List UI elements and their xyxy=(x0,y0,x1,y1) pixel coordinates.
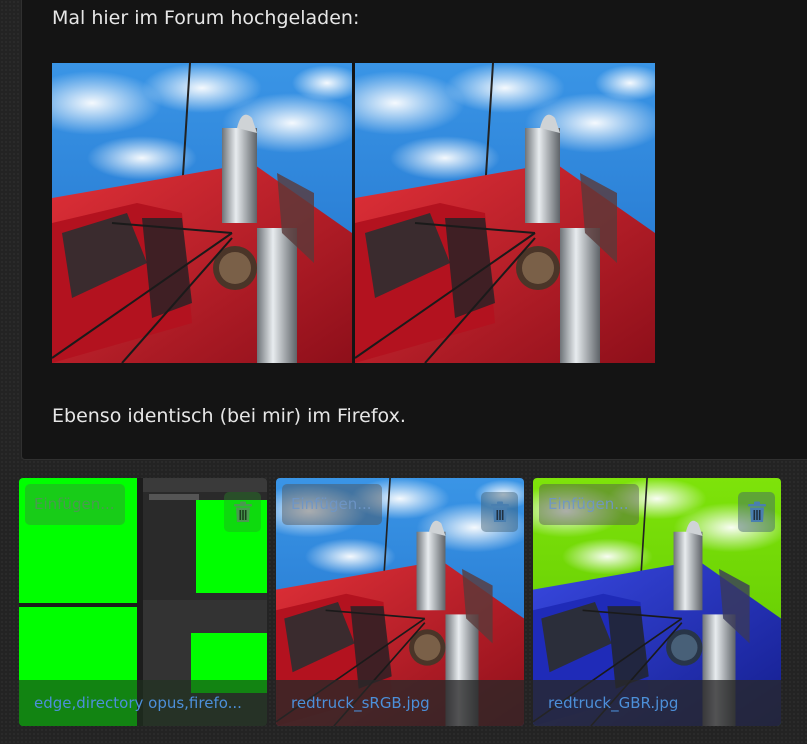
delete-button[interactable] xyxy=(224,492,261,532)
post-image-red-truck[interactable] xyxy=(52,63,352,363)
attachment-filename[interactable]: redtruck_GBR.jpg xyxy=(533,680,781,726)
attachment-filename[interactable]: redtruck_sRGB.jpg xyxy=(276,680,524,726)
trash-icon xyxy=(233,501,252,522)
post-text-bottom: Ebenso identisch (bei mir) im Firefox. xyxy=(52,405,406,427)
attachment-tile[interactable]: Einfügen... redtruck_GBR.jpg xyxy=(533,478,781,726)
trash-icon xyxy=(747,501,766,522)
attachment-tile[interactable]: Einfügen... redtruck_sRGB.jpg xyxy=(276,478,524,726)
post-text-top: Mal hier im Forum hochgeladen: xyxy=(52,7,360,29)
delete-button[interactable] xyxy=(481,492,518,532)
post-image-red-truck-2[interactable] xyxy=(355,63,655,363)
red-truck-image xyxy=(52,63,352,363)
insert-button[interactable]: Einfügen... xyxy=(25,484,125,525)
forum-post: Mal hier im Forum hochgeladen: Ebenso id… xyxy=(21,0,807,460)
attachment-filename[interactable]: edge,directory opus,firefo... xyxy=(19,680,267,726)
attachment-list: Einfügen... edge,directory opus,firefo..… xyxy=(19,478,807,728)
trash-icon xyxy=(490,501,509,522)
delete-button[interactable] xyxy=(738,492,775,532)
red-truck-image xyxy=(355,63,655,363)
insert-button[interactable]: Einfügen... xyxy=(282,484,382,525)
attachment-tile[interactable]: Einfügen... edge,directory opus,firefo..… xyxy=(19,478,267,726)
insert-button[interactable]: Einfügen... xyxy=(539,484,639,525)
